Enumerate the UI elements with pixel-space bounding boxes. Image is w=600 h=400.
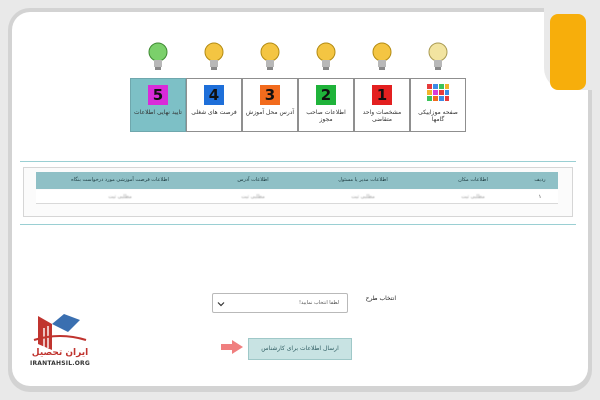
step-number: 3 — [260, 85, 280, 105]
step-label: آدرس محل آموزش — [245, 109, 295, 116]
step-number: 4 — [204, 85, 224, 105]
lightbulb-icon — [428, 42, 448, 70]
step-3[interactable]: 3 آدرس محل آموزش — [242, 78, 298, 132]
mosaic-grid-icon — [427, 84, 449, 101]
column-header: اطلاعات فرصت آموزشی مورد درخواست بنگاه — [71, 177, 169, 183]
lightbulb-icon — [260, 42, 280, 70]
step-5[interactable]: 5 تایید نهایی اطلاعات — [130, 78, 186, 132]
arrow-right-icon — [221, 340, 243, 354]
step-number: 2 — [316, 85, 336, 105]
lightbulb-icon — [204, 42, 224, 70]
table-cell: مطلبی ثبت — [108, 194, 132, 200]
divider — [20, 224, 576, 225]
column-header: اطلاعات مکان — [458, 177, 488, 183]
summary-table: ردیف اطلاعات مکان اطلاعات مدیر یا مسئول … — [23, 167, 573, 217]
step-mosaic[interactable]: صفحه موزاییکی گامها — [410, 78, 466, 132]
table-cell: ۱ — [538, 194, 542, 200]
orange-tab-decoration — [550, 14, 586, 90]
table-cell: مطلبی ثبت — [351, 194, 375, 200]
table-cell: مطلبی ثبت — [241, 194, 265, 200]
column-header: اطلاعات آدرس — [237, 177, 269, 183]
step-1[interactable]: 1 مشخصات واحد متقاضی — [354, 78, 410, 132]
table-cell: مطلبی ثبت — [461, 194, 485, 200]
table-header: ردیف اطلاعات مکان اطلاعات مدیر یا مسئول … — [36, 172, 558, 189]
step-2[interactable]: 2 اطلاعات صاحب مجوز — [298, 78, 354, 132]
logo-url: IRANTAHSIL.ORG — [30, 360, 90, 367]
logo-title: ایران تحصیل — [31, 348, 89, 358]
select-value: لطفا انتخاب نمایید! — [299, 300, 339, 306]
column-header: ردیف — [534, 177, 546, 183]
step-label: صفحه موزاییکی گامها — [418, 109, 458, 123]
column-header: اطلاعات مدیر یا مسئول — [338, 177, 388, 183]
table-row[interactable]: ۱ مطلبی ثبت مطلبی ثبت مطلبی ثبت مطلبی ثب… — [36, 190, 558, 204]
step-label: مشخصات واحد متقاضی — [362, 109, 402, 123]
divider — [20, 161, 576, 162]
step-4[interactable]: 4 فرصت های شغلی — [186, 78, 242, 132]
lightbulb-icon — [316, 42, 336, 70]
step-number: 5 — [148, 85, 168, 105]
step-label: تایید نهایی اطلاعات — [134, 109, 182, 116]
lightbulb-green-icon — [148, 42, 168, 70]
step-label: اطلاعات صاحب مجوز — [306, 109, 346, 123]
submit-button[interactable]: ارسال اطلاعات برای کارشناس — [248, 338, 352, 360]
lightbulb-icon — [372, 42, 392, 70]
step-label: فرصت های شغلی — [191, 109, 237, 116]
select-label: انتخاب طرح — [365, 295, 396, 302]
chevron-down-icon — [217, 302, 225, 307]
step-number: 1 — [372, 85, 392, 105]
plan-select[interactable]: لطفا انتخاب نمایید! — [212, 293, 348, 313]
